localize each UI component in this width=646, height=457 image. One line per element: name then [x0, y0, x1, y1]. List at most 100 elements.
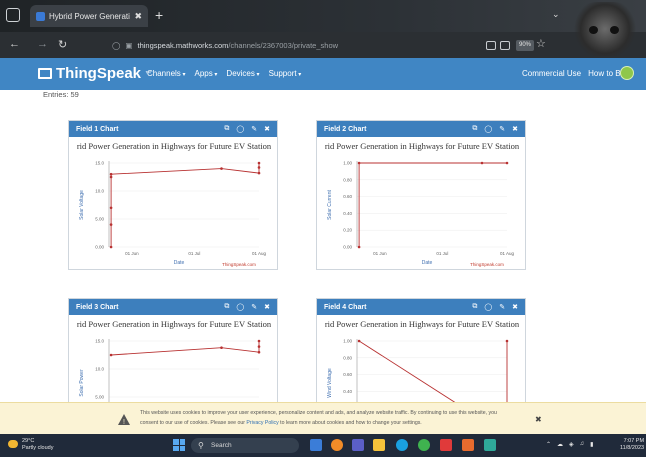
edit-pencil-icon[interactable]: ✎	[499, 125, 505, 133]
data-point[interactable]	[257, 161, 261, 165]
cookie-close-button[interactable]: ✖	[535, 415, 542, 424]
window-menu-icon[interactable]	[6, 8, 20, 22]
firefox-app-icon[interactable]	[331, 439, 343, 451]
edit-pencil-icon[interactable]: ✎	[251, 125, 257, 133]
menu-channels[interactable]: Channels	[147, 69, 186, 78]
menu-support[interactable]: Support	[269, 69, 302, 78]
data-point[interactable]	[357, 339, 361, 343]
tab-favicon-icon	[36, 11, 45, 21]
data-point[interactable]	[257, 171, 261, 175]
commercial-use-link[interactable]: Commercial Use	[522, 69, 581, 78]
data-point[interactable]	[480, 161, 484, 165]
data-point[interactable]	[109, 223, 113, 226]
forward-arrow-icon[interactable]: →	[37, 38, 48, 50]
zoom-level-badge[interactable]: 90%	[516, 40, 535, 51]
chart-panel-title: Field 3 Chart	[76, 303, 119, 311]
weather-condition: Partly cloudy	[22, 445, 54, 451]
edge-app-icon[interactable]	[396, 439, 408, 451]
edit-pencil-icon[interactable]: ✎	[251, 303, 257, 311]
teams-app-icon[interactable]	[352, 439, 364, 451]
volume-icon[interactable]: ♫	[580, 441, 585, 448]
wifi-icon[interactable]: ◈	[569, 441, 574, 448]
shield-icon[interactable]: ◯	[112, 41, 120, 50]
entries-count: Entries: 59	[43, 90, 79, 99]
external-link-icon[interactable]: ⧉	[224, 125, 229, 133]
data-point[interactable]	[257, 345, 261, 348]
close-icon[interactable]: ✖	[264, 125, 270, 133]
app-icon-teal[interactable]	[484, 439, 496, 451]
cookie-line-2-post: to learn more about cookies and how to c…	[278, 420, 422, 426]
lock-icon[interactable]: ▣	[125, 41, 132, 50]
comment-icon[interactable]: ◯	[236, 125, 244, 133]
x-tick-label: 01 Jul	[188, 251, 200, 256]
data-point[interactable]	[357, 245, 361, 249]
weather-widget[interactable]: 29°C Partly cloudy	[22, 438, 54, 452]
menu-devices[interactable]: Devices	[226, 69, 259, 78]
data-point[interactable]	[220, 346, 223, 350]
new-tab-icon[interactable]: +	[155, 7, 163, 23]
browser-tab[interactable]: Hybrid Power Generation in Hi ✖	[30, 5, 148, 27]
y-tick-label: 10.0	[95, 189, 104, 194]
reload-icon[interactable]: ↻	[58, 38, 67, 51]
widgets-app-icon[interactable]	[310, 439, 322, 451]
taskbar-clock[interactable]: 7:07 PM 11/8/2023	[620, 438, 644, 452]
cookie-message: This website uses cookies to improve you…	[140, 408, 535, 428]
battery-icon[interactable]: ▮	[590, 441, 593, 448]
y-tick-label: 0.00	[343, 245, 352, 250]
external-link-icon[interactable]: ⧉	[224, 303, 229, 311]
data-point[interactable]	[257, 339, 261, 343]
chrome-app-icon[interactable]	[418, 439, 430, 451]
navigation-toolbar: ← → ↻ ◯ ▣ thingspeak.mathworks.com/chann…	[0, 32, 646, 58]
data-point[interactable]	[357, 161, 361, 165]
data-point[interactable]	[109, 175, 113, 179]
series-line	[110, 163, 260, 247]
tray-chevron-icon[interactable]: ⌃	[546, 441, 551, 448]
bookmark-star-icon[interactable]: ☆	[536, 37, 546, 50]
chart-credit[interactable]: ThingSpeak.com	[222, 262, 256, 267]
weather-sun-icon[interactable]	[8, 440, 18, 448]
data-point[interactable]	[505, 339, 509, 343]
data-point[interactable]	[109, 172, 113, 176]
close-icon[interactable]: ✖	[512, 303, 518, 311]
app-icon-orange[interactable]	[462, 439, 474, 451]
address-bar[interactable]: ◯ ▣ thingspeak.mathworks.com/channels/23…	[112, 36, 472, 54]
external-link-icon[interactable]: ⧉	[472, 303, 477, 311]
browser-chrome: Hybrid Power Generation in Hi ✖ + ⌄ ← → …	[0, 0, 646, 58]
tab-close-icon[interactable]: ✖	[134, 11, 142, 22]
chart-body: rid Power Generation in Highways for Fut…	[317, 137, 525, 269]
data-point[interactable]	[257, 166, 261, 169]
comment-icon[interactable]: ◯	[236, 303, 244, 311]
tab-list-chevron-icon[interactable]: ⌄	[552, 9, 560, 20]
series-line	[111, 341, 260, 356]
x-tick-label: 01 Aug	[252, 251, 267, 256]
close-icon[interactable]: ✖	[264, 303, 270, 311]
user-avatar[interactable]	[620, 66, 634, 80]
y-tick-label: 15.0	[95, 339, 104, 344]
close-icon[interactable]: ✖	[512, 125, 518, 133]
file-explorer-icon[interactable]	[373, 439, 385, 451]
data-point[interactable]	[109, 245, 113, 249]
back-arrow-icon[interactable]: ←	[9, 38, 20, 50]
data-point[interactable]	[109, 206, 113, 210]
external-link-icon[interactable]: ⧉	[472, 125, 477, 133]
privacy-policy-link[interactable]: Privacy Policy	[246, 420, 278, 426]
taskbar-search-box[interactable]: ⚲ Search	[191, 438, 299, 453]
chart-credit[interactable]: ThingSpeak.com	[470, 262, 504, 267]
windows-start-icon[interactable]	[173, 439, 185, 451]
comment-icon[interactable]: ◯	[484, 125, 492, 133]
data-point[interactable]	[257, 350, 261, 354]
data-point[interactable]	[505, 161, 509, 165]
url-path: /channels/2367003/private_show	[228, 40, 339, 50]
data-point[interactable]	[220, 167, 223, 170]
edit-pencil-icon[interactable]: ✎	[499, 303, 505, 311]
picture-in-picture-icon[interactable]	[500, 41, 510, 50]
onedrive-icon[interactable]: ☁	[557, 441, 563, 448]
taskbar: 29°C Partly cloudy ⚲ Search ⌃ ☁ ◈ ♫ ▮ 7:…	[0, 434, 646, 457]
data-point[interactable]	[109, 353, 113, 357]
menu-apps[interactable]: Apps	[195, 69, 218, 78]
comment-icon[interactable]: ◯	[484, 303, 492, 311]
app-icon-red[interactable]	[440, 439, 452, 451]
thingspeak-logo[interactable]: ThingSpeak ™	[38, 65, 151, 82]
reader-view-icon[interactable]	[486, 41, 496, 50]
x-axis-label: Date	[422, 260, 433, 266]
